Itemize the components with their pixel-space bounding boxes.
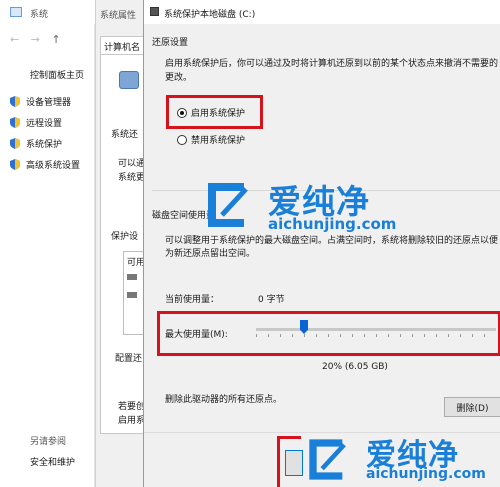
system-window-title: 系统 <box>30 10 49 20</box>
system-protection-dialog: 系统保护本地磁盘 (C:) 还原设置 启用系统保护后，你可以通过及时将计算机还原… <box>143 0 500 487</box>
drive-row-icon <box>127 292 137 298</box>
disk-description: 可以调整用于系统保护的最大磁盘空间。占满空间时，系统将删除较旧的还原点以便为新还… <box>165 236 499 259</box>
dialog-title: 系统保护本地磁盘 (C:) <box>164 10 256 20</box>
slider-track <box>256 328 496 331</box>
back-arrow-icon[interactable]: ← <box>10 33 19 46</box>
watermark-logo-icon <box>208 183 248 227</box>
max-usage-label: 最大使用量(M): <box>165 330 228 340</box>
dialog-app-icon <box>150 7 159 16</box>
watermark-logo-icon <box>309 439 346 480</box>
sidebar-item-label: 系统保护 <box>26 140 63 150</box>
system-window: 系统 ← → ↑ 控制面板主页 设备管理器 远程设置 系统保护 高级系统设置 另… <box>0 0 95 487</box>
drive-icon <box>119 71 139 89</box>
sidebar-item-label: 远程设置 <box>26 119 63 129</box>
radio-on-icon <box>177 107 187 118</box>
drive-row-icon <box>127 274 137 280</box>
shield-icon <box>10 117 20 128</box>
watermark-bottom: 爱纯净 aichunjing.com <box>302 430 500 487</box>
radio-enable-label: 启用系统保护 <box>191 109 246 119</box>
restore-section-heading: 还原设置 <box>152 38 189 48</box>
config-fragment: 配置还 <box>115 354 143 364</box>
sidebar-item-label: 高级系统设置 <box>26 161 81 171</box>
sys-props-title: 系统属性 <box>100 11 137 21</box>
sidebar-item-system-protection[interactable]: 系统保护 <box>10 137 62 150</box>
sys-label-fragment: 系统还 <box>111 130 139 140</box>
sidebar-item-label: 设备管理器 <box>26 98 72 108</box>
sidebar-item-device-manager[interactable]: 设备管理器 <box>10 95 71 108</box>
slider-thumb[interactable] <box>300 320 308 334</box>
protect-fragment: 保护设 <box>111 232 139 242</box>
need-fragment: 若要创 <box>118 402 146 412</box>
slider-value-text: 20% (6.05 GB) <box>322 362 388 372</box>
tab-computer-name: 计算机名 <box>104 43 141 53</box>
sidebar-item-remote[interactable]: 远程设置 <box>10 116 62 129</box>
delete-button[interactable]: 删除(D) <box>444 397 500 417</box>
radio-enable-protection[interactable]: 启用系统保护 <box>177 106 245 119</box>
forward-arrow-icon[interactable]: → <box>31 33 40 46</box>
system-window-titlebar: 系统 <box>0 0 95 24</box>
enable-fragment: 启用系 <box>118 416 146 426</box>
max-usage-slider[interactable] <box>256 318 496 342</box>
watermark-url: aichunjing.com <box>268 215 397 233</box>
security-maintenance-link[interactable]: 安全和维护 <box>30 455 75 468</box>
radio-off-icon <box>177 134 187 145</box>
nav-buttons: ← → ↑ <box>10 33 61 46</box>
see-also-heading: 另请参阅 <box>30 437 67 447</box>
delete-button-label: 删除(D) <box>456 403 489 414</box>
sidebar-item-advanced[interactable]: 高级系统设置 <box>10 158 80 171</box>
computer-icon <box>10 7 22 17</box>
ok-button-partial[interactable] <box>285 450 303 476</box>
delete-description: 删除此驱动器的所有还原点。 <box>165 395 283 405</box>
sys-change-fragment: 系统更 <box>118 173 146 183</box>
radio-disable-label: 禁用系统保护 <box>191 136 246 146</box>
watermark-url: aichunjing.com <box>366 466 486 482</box>
shield-icon <box>10 138 20 149</box>
watermark-center: 爱纯净 aichunjing.com <box>200 175 415 235</box>
slider-ticks <box>256 334 496 337</box>
can-use-fragment: 可以通 <box>118 159 146 169</box>
radio-disable-protection[interactable]: 禁用系统保护 <box>177 133 245 146</box>
up-arrow-icon[interactable]: ↑ <box>51 33 60 46</box>
dialog-titlebar: 系统保护本地磁盘 (C:) <box>144 0 500 24</box>
current-usage-value: 0 字节 <box>258 295 285 305</box>
restore-description: 启用系统保护后，你可以通过及时将计算机还原到以前的某个状态点来撤消不需要的更改。 <box>165 59 499 83</box>
current-usage-label: 当前使用量： <box>165 295 220 305</box>
shield-icon <box>10 159 20 170</box>
shield-icon <box>10 96 20 107</box>
control-panel-home-link[interactable]: 控制面板主页 <box>30 68 84 81</box>
